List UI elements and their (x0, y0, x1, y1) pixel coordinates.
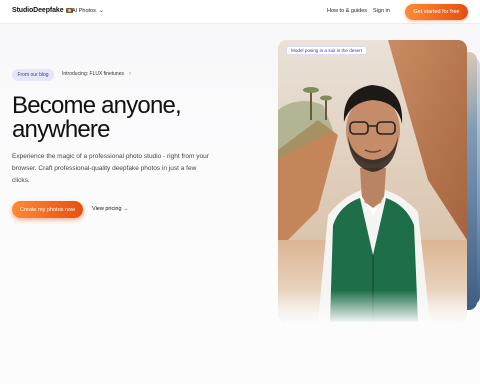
portrait-illustration (278, 40, 467, 322)
create-photos-button[interactable]: Create my photos now (12, 201, 83, 218)
nav-ai-photos-dropdown[interactable]: AI Photos ⌄ (72, 8, 104, 14)
blog-announcement-text: Introducing: FLUX finetunes (62, 71, 124, 77)
hero-photo (278, 40, 467, 322)
blog-announcement-link[interactable]: Introducing: FLUX finetunes › (62, 71, 131, 77)
chevron-right-icon: › (128, 71, 131, 77)
chevron-down-icon: ⌄ (98, 8, 104, 14)
hero-headline: Become anyone, anywhere (12, 94, 242, 142)
blog-pill[interactable]: From our blog (12, 69, 54, 81)
nav-signin-link[interactable]: Sign in (373, 8, 390, 14)
photo-caption: Model posing in a suit in the desert (286, 46, 367, 55)
nav-how-to-link[interactable]: How to & guides (327, 8, 367, 14)
photo-fade-overlay (278, 290, 467, 322)
logo-text: StudioDeepfake (12, 7, 64, 14)
headline-line-1: Become anyone, (12, 92, 182, 119)
get-started-button[interactable]: Get started for free (405, 4, 468, 20)
view-pricing-link[interactable]: View pricing → (92, 206, 129, 212)
nav-ai-photos-label: AI Photos (72, 8, 96, 14)
hero-description: Experience the magic of a professional p… (12, 153, 209, 184)
top-navbar: StudioDeepfake AI Photos ⌄ How to & guid… (0, 0, 480, 24)
logo[interactable]: StudioDeepfake (12, 7, 73, 14)
headline-line-2: anywhere (12, 116, 110, 143)
